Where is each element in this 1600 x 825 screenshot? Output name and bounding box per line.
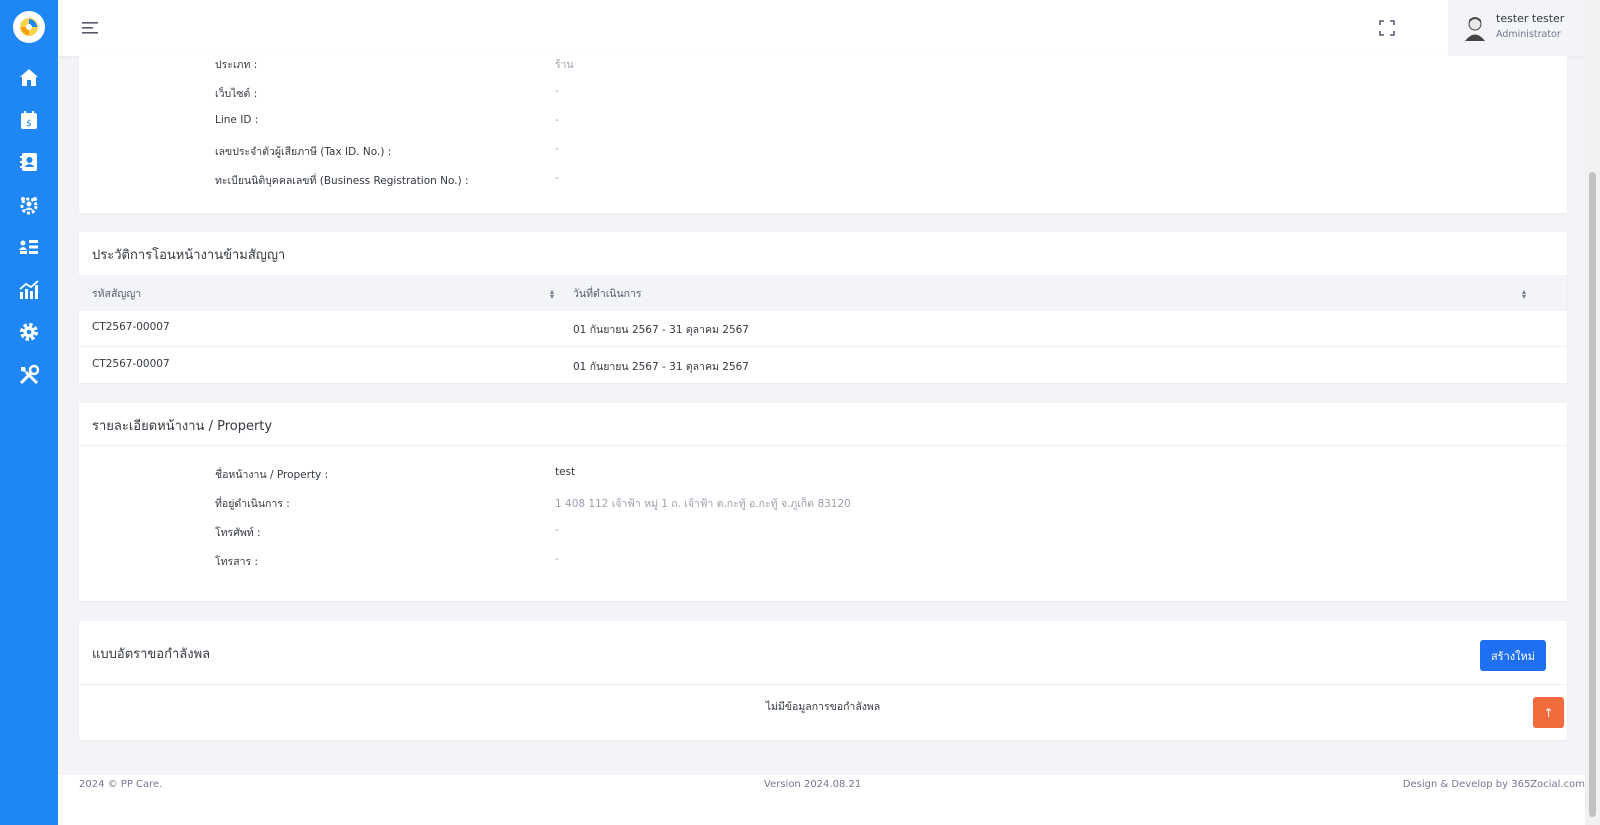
sidebar: $ [0, 0, 58, 825]
sort-icon[interactable]: ▴ ▾ [1522, 288, 1526, 301]
table-header: รหัสสัญญา ▴ ▾ วันที่ดำเนินการ ▴ ▾ [79, 275, 1567, 311]
footer-credit: Design & Develop by 365Zocial.com [1402, 779, 1585, 790]
home-icon[interactable] [17, 65, 41, 89]
create-new-button[interactable]: สร้างใหม่ [1480, 640, 1546, 671]
footer-copyright: 2024 © PP Care. [79, 779, 163, 790]
info-value-type: ร้าน [555, 59, 574, 71]
user-role: Administrator [1496, 29, 1561, 40]
property-label-fax: โทรสาร : [215, 556, 259, 568]
property-title: รายละเอียดหน้างาน / Property [92, 419, 273, 434]
property-value-name: test [555, 466, 576, 478]
row-divider [79, 346, 1567, 347]
company-info-card: ประเภท : ร้าน เว็บไซต์ : - Line ID : - เ… [79, 56, 1567, 213]
manpower-title: แบบอัตราขอกำลังพล [92, 647, 211, 662]
property-value-fax: - [555, 553, 559, 565]
back-to-top-button[interactable]: ↑ [1533, 697, 1564, 728]
settings-gear-icon[interactable] [17, 320, 41, 344]
user-menu[interactable]: tester tester Administrator [1448, 0, 1585, 56]
footer: 2024 © PP Care. Version 2024.08.21 Desig… [58, 775, 1585, 825]
table-row-contract: CT2567-00007 [92, 358, 170, 370]
fullscreen-icon[interactable] [1378, 19, 1396, 37]
manpower-card: แบบอัตราขอกำลังพล สร้างใหม่ ไม่มีข้อมูลก… [79, 621, 1567, 740]
info-value-tax-id: - [555, 143, 559, 155]
property-label-address: ที่อยู่ดำเนินการ : [215, 498, 290, 510]
info-label-tax-id: เลขประจำตัวผู้เสียภาษี (Tax ID. No.) : [215, 146, 392, 158]
staff-list-icon[interactable] [17, 235, 41, 259]
column-contract-code[interactable]: รหัสสัญญา [92, 285, 141, 302]
tools-icon[interactable] [17, 363, 41, 387]
page-scrollbar[interactable] [1585, 0, 1600, 825]
property-label-phone: โทรศัพท์ : [215, 527, 261, 539]
billing-calendar-icon[interactable]: $ [17, 108, 41, 132]
info-label-line-id: Line ID : [215, 114, 259, 126]
property-card: รายละเอียดหน้างาน / Property ชื่อหน้างาน… [79, 403, 1567, 601]
info-value-business-reg: - [555, 172, 559, 184]
top-bar: tester tester Administrator [58, 0, 1585, 56]
info-value-website: - [555, 85, 559, 97]
table-row-date: 01 กันยายน 2567 - 31 ตุลาคม 2567 [573, 361, 749, 373]
info-label-business-reg: ทะเบียนนิติบุคคลเลขที่ (Business Registr… [215, 175, 469, 187]
table-row-contract: CT2567-00007 [92, 321, 170, 333]
user-name: tester tester [1496, 12, 1565, 25]
transfer-history-card: ประวัติการโอนหน้างานข้ามสัญญา รหัสสัญญา … [79, 232, 1567, 383]
team-settings-icon[interactable] [17, 193, 41, 217]
hamburger-menu-icon[interactable] [82, 20, 100, 36]
analytics-icon[interactable] [17, 278, 41, 302]
card-divider [79, 684, 1567, 685]
info-label-website: เว็บไซต์ : [215, 88, 258, 100]
user-avatar [1462, 14, 1488, 42]
app-logo[interactable] [13, 11, 45, 43]
property-value-phone: - [555, 524, 559, 536]
svg-text:$: $ [26, 119, 32, 129]
table-row-date: 01 กันยายน 2567 - 31 ตุลาคม 2567 [573, 324, 749, 336]
contacts-icon[interactable] [17, 150, 41, 174]
scrollbar-thumb[interactable] [1589, 172, 1596, 817]
transfer-history-title: ประวัติการโอนหน้างานข้ามสัญญา [92, 248, 286, 263]
column-operation-date[interactable]: วันที่ดำเนินการ [573, 285, 642, 302]
property-label-name: ชื่อหน้างาน / Property : [215, 469, 329, 481]
sort-icon[interactable]: ▴ ▾ [550, 288, 554, 301]
card-divider [79, 445, 1567, 446]
info-label-type: ประเภท : [215, 59, 258, 71]
empty-state-text: ไม่มีข้อมูลการขอกำลังพล [765, 701, 881, 713]
arrow-up-icon: ↑ [1543, 705, 1554, 720]
footer-version: Version 2024.08.21 [764, 779, 862, 790]
info-value-line-id: - [555, 114, 559, 126]
property-value-address: 1 408 112 เจ้าฟ้า หมู่ 1 ถ. เจ้าฟ้า ต.กะ… [555, 498, 851, 510]
